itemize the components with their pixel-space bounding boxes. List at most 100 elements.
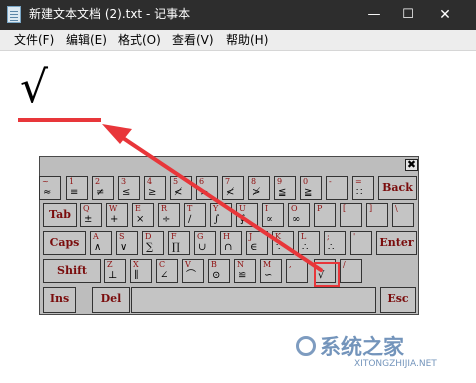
key-s[interactable]: S ∨ (116, 231, 138, 255)
key-b[interactable]: B ⊙ (208, 259, 230, 283)
key-p[interactable]: P (314, 203, 336, 227)
key-top-label: , (289, 260, 292, 269)
key-symbol: ≦ (278, 187, 287, 198)
key-e[interactable]: E × (132, 203, 154, 227)
key-del[interactable]: Del (92, 287, 130, 313)
key-esc[interactable]: Esc (380, 287, 416, 313)
key-w[interactable]: W + (106, 203, 128, 227)
key-symbol: ∏ (172, 242, 180, 253)
menu-format[interactable]: 格式(O) (118, 33, 161, 47)
key-1[interactable]: 1 ≡ (66, 176, 88, 200)
key-enter[interactable]: Enter (376, 231, 417, 255)
key-a[interactable]: A ∧ (90, 231, 112, 255)
key-top-label: M (263, 260, 272, 269)
key-symbol: ∴ (328, 242, 335, 253)
key-shift[interactable]: Shift (43, 259, 101, 283)
watermark-text: 系统之家 (320, 335, 404, 359)
key-left-bracket[interactable]: [ (340, 203, 362, 227)
key-0[interactable]: 0 ≧ (300, 176, 322, 200)
key-caps[interactable]: Caps (43, 231, 86, 255)
key-symbol: ∥ (134, 270, 139, 281)
key-y[interactable]: Y ∫ (210, 203, 232, 227)
key-symbol: ∝ (266, 214, 273, 225)
key-slash[interactable]: / (340, 259, 362, 283)
soft-keyboard: ✖ ~ ≈ 1 ≡ 2 ≠ 3 ≤ 4 ≥ 5 ≮ 6 > 7 ≮ 8 ≯ 9 ≦ 0 ≧ - = ∷ … (39, 156, 419, 315)
key-tab[interactable]: Tab (43, 203, 77, 227)
menu-file[interactable]: 文件(F) (14, 33, 54, 47)
close-button[interactable]: ✕ (430, 0, 460, 30)
menu-view[interactable]: 查看(V) (172, 33, 214, 47)
key-g[interactable]: G ∪ (194, 231, 216, 255)
key-space[interactable] (131, 287, 376, 313)
key-d[interactable]: D ∑ (142, 231, 164, 255)
key-top-label: X (133, 260, 139, 269)
key-symbol: ⌒ (186, 270, 196, 281)
key-i[interactable]: I ∝ (262, 203, 284, 227)
key-m[interactable]: M ∽ (260, 259, 282, 283)
key-top-label: 8 (251, 177, 257, 186)
key-q[interactable]: Q ± (80, 203, 102, 227)
key-top-label: 6 (199, 177, 205, 186)
key-o[interactable]: O ∞ (288, 203, 310, 227)
key-v[interactable]: V ⌒ (182, 259, 204, 283)
key-symbol: ∵ (276, 242, 283, 253)
key-5[interactable]: 5 ≮ (170, 176, 192, 200)
key-6[interactable]: 6 > (196, 176, 218, 200)
key-h[interactable]: H ∩ (220, 231, 242, 255)
key-top-label: 7 (225, 177, 231, 186)
key-top-label: F (171, 232, 177, 241)
key-u[interactable]: U ∮ (236, 203, 258, 227)
key-9[interactable]: 9 ≦ (274, 176, 296, 200)
key-top-label: \ (395, 204, 398, 213)
key-symbol: ≮ (226, 187, 235, 198)
keyboard-close-button[interactable]: ✖ (405, 159, 418, 171)
key-ins[interactable]: Ins (43, 287, 76, 313)
key-top-label: I (265, 204, 269, 213)
title-bar[interactable]: 新建文本文档 (2).txt - 记事本 — ☐ ✕ (0, 0, 476, 30)
key-top-label: 5 (173, 177, 179, 186)
key-top-label: D (145, 232, 152, 241)
key-symbol: ∴ (302, 242, 309, 253)
key-3[interactable]: 3 ≤ (118, 176, 140, 200)
key-right-bracket[interactable]: ] (366, 203, 388, 227)
key-symbol: ≥ (148, 187, 157, 198)
key-minus[interactable]: - (326, 176, 348, 200)
key-r[interactable]: R ÷ (158, 203, 180, 227)
key-top-label: Z (107, 260, 113, 269)
key-backspace[interactable]: Back (378, 176, 417, 200)
key-top-label: L (301, 232, 307, 241)
key-l[interactable]: L ∴ (298, 231, 320, 255)
minimize-button[interactable]: — (359, 0, 389, 30)
menu-help[interactable]: 帮助(H) (226, 33, 268, 47)
key-quote[interactable]: ' (350, 231, 372, 255)
key-t[interactable]: T ∕ (184, 203, 206, 227)
key-k[interactable]: K ∵ (272, 231, 294, 255)
key-n[interactable]: N ≌ (234, 259, 256, 283)
key-top-label: R (161, 204, 168, 213)
key-z[interactable]: Z ⊥ (104, 259, 126, 283)
key-comma[interactable]: , (286, 259, 308, 283)
key-symbol: ⊥ (108, 270, 118, 281)
key-top-label: 0 (303, 177, 309, 186)
key-equals[interactable]: = ∷ (352, 176, 374, 200)
key-symbol: ≌ (238, 270, 247, 281)
key-2[interactable]: 2 ≠ (92, 176, 114, 200)
key-8[interactable]: 8 ≯ (248, 176, 270, 200)
key-c[interactable]: C ∠ (156, 259, 178, 283)
key-symbol: ∈ (250, 242, 258, 253)
key-f[interactable]: F ∏ (168, 231, 190, 255)
key-j[interactable]: J ∈ (246, 231, 268, 255)
key-symbol: + (110, 214, 119, 225)
key-symbol: ≤ (122, 187, 131, 198)
key-top-label: 9 (277, 177, 283, 186)
key-7[interactable]: 7 ≮ (222, 176, 244, 200)
key-symbol: ≡ (70, 187, 79, 198)
maximize-button[interactable]: ☐ (393, 0, 423, 30)
key-4[interactable]: 4 ≥ (144, 176, 166, 200)
watermark: 系统之家 XITONGZHIJIA.NET (296, 334, 471, 378)
key-semicolon[interactable]: ; ∴ (324, 231, 346, 255)
menu-edit[interactable]: 编辑(E) (66, 33, 107, 47)
key-tilde[interactable]: ~ ≈ (39, 176, 61, 200)
key-backslash[interactable]: \ (392, 203, 414, 227)
key-x[interactable]: X ∥ (130, 259, 152, 283)
